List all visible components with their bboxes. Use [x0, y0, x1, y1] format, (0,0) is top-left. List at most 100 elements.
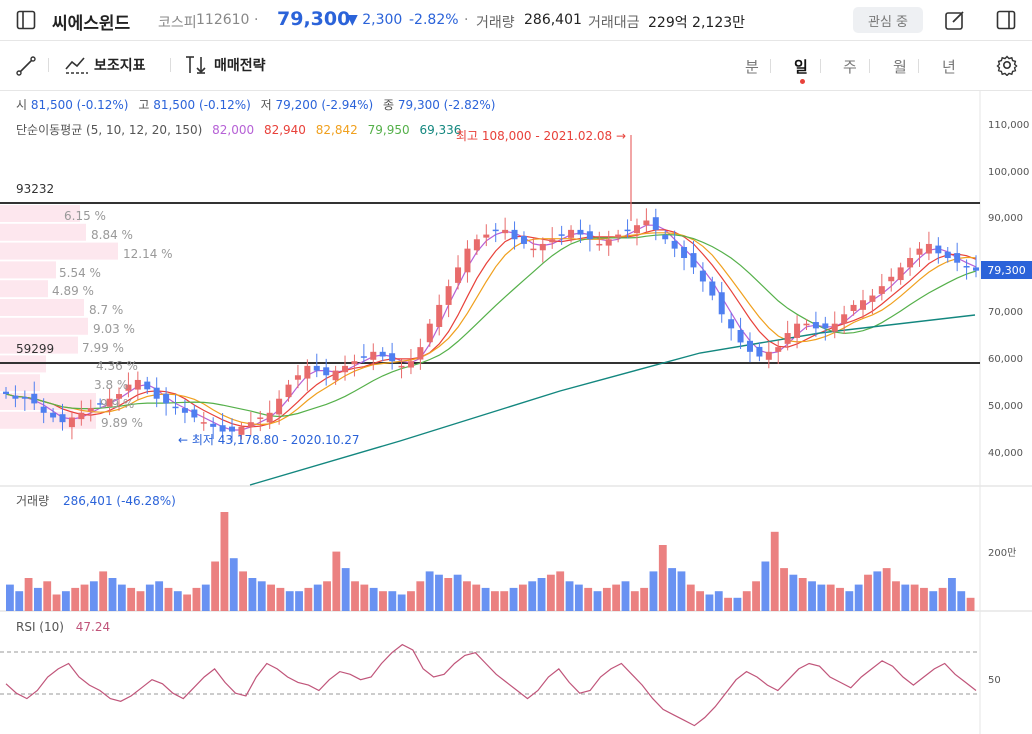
candle-body [850, 304, 857, 312]
candle-body [360, 356, 367, 358]
candle-body [332, 370, 339, 381]
volume-bar [630, 591, 639, 611]
drawing-tool-icon[interactable] [15, 55, 37, 77]
candle-body [294, 375, 301, 380]
volume-bar [752, 581, 760, 611]
toolbar-divider [918, 59, 919, 73]
candle-body [897, 267, 904, 281]
price-axis-tick: 50,000 [988, 401, 1023, 412]
volume-bar [155, 581, 164, 611]
volume-bar [108, 578, 117, 611]
stock-header: 씨에스윈드 코스피 112610 · 79,300 ▼ 2,300 -2.82%… [0, 0, 1032, 41]
ma-legend: 단순이동평균 (5, 10, 12, 20, 150) 82,000 82,94… [16, 123, 462, 137]
candle-body [285, 384, 292, 398]
volume-bar [71, 587, 80, 611]
ma5-value: 82,000 [212, 123, 255, 137]
candle-body [266, 412, 273, 423]
candle-body [163, 393, 170, 404]
volume-profile-label: 8.7 % [89, 303, 124, 317]
price-axis-tick: 100,000 [988, 167, 1030, 178]
candle-body [389, 353, 396, 362]
candle-body [765, 351, 772, 360]
volume-profile-label: 9.03 % [93, 322, 135, 336]
volume-bar [435, 574, 443, 611]
volume-bar [649, 571, 658, 611]
volume-bar [267, 584, 275, 611]
candle-body [963, 265, 970, 268]
candle-body [709, 281, 716, 296]
volume-bar [313, 584, 322, 611]
volume-bar [845, 591, 854, 611]
candle-body [888, 276, 895, 282]
volume-bar [379, 591, 387, 611]
period-year[interactable]: 년 [942, 56, 956, 77]
min-price-annotation: ← 최저 43,178.80 - 2020.10.27 [178, 433, 360, 447]
volume-bar [6, 584, 14, 611]
volume-bar [481, 587, 490, 611]
candle-body [671, 240, 678, 249]
candle-body [200, 422, 207, 424]
volume-profile-label: 4.36 % [96, 359, 138, 373]
chart-toolbar: 보조지표 매매전략 분 일 주 월 년 [0, 40, 1032, 91]
period-day[interactable]: 일 [794, 56, 808, 77]
rsi-line [5, 643, 977, 727]
period-month[interactable]: 월 [893, 56, 907, 77]
strategy-label: 매매전략 [214, 58, 266, 74]
price-chart-canvas[interactable] [0, 91, 1032, 734]
volume-bar [882, 568, 891, 611]
period-minute[interactable]: 분 [745, 56, 759, 77]
price-axis-tick: 110,000 [988, 120, 1030, 131]
candle-body [172, 406, 179, 409]
candle-body [973, 267, 979, 271]
candle-body [417, 347, 424, 360]
volume-bar [966, 597, 975, 611]
volume-bar [584, 587, 593, 611]
candle-body [134, 379, 141, 390]
volume-bar [518, 584, 527, 611]
volume-bar [789, 574, 798, 611]
volume-bar [910, 584, 919, 611]
volume-profile-bar [0, 317, 88, 335]
resistance-line-label: 93232 [16, 182, 55, 196]
candle-body [351, 361, 358, 365]
strategy-button[interactable]: 매매전략 [184, 55, 266, 75]
volume-bar [416, 581, 425, 611]
amount-label: 거래대금 [588, 15, 640, 31]
edit-icon[interactable] [944, 9, 966, 31]
volume-bar [117, 584, 126, 611]
chart-area[interactable]: 시 81,500 (-0.12%) 고 81,500 (-0.12%) 저 79… [0, 91, 1032, 734]
candle-body [473, 239, 480, 251]
candle-body [756, 346, 763, 357]
volume-bar [173, 591, 182, 611]
volume-bar [248, 578, 257, 611]
candle-body [633, 225, 640, 234]
settings-gear-icon[interactable] [996, 54, 1018, 76]
candle-body [181, 408, 188, 413]
separator-dot: · [464, 12, 469, 28]
stock-name: 씨에스윈드 [52, 14, 131, 34]
volume-bar [351, 581, 359, 611]
volume-bar [201, 584, 210, 611]
indicator-button[interactable]: 보조지표 [64, 55, 146, 75]
candle-body [775, 347, 782, 352]
amount-value: 229억 2,123만 [648, 15, 746, 31]
price-axis-tick: 40,000 [988, 448, 1023, 459]
candle-body [831, 323, 838, 332]
interest-button[interactable]: 관심 중 [853, 7, 923, 33]
candle-body [690, 253, 697, 268]
candle-body [718, 292, 725, 315]
volume-bar [612, 584, 621, 611]
active-period-dot [800, 79, 805, 84]
panel-toggle-icon[interactable] [996, 10, 1016, 30]
separator-dot: · [254, 12, 259, 28]
period-week[interactable]: 주 [843, 56, 857, 77]
candle-body [624, 229, 631, 232]
volume-bar [295, 591, 303, 611]
volume-bar [537, 578, 546, 611]
sidebar-toggle-icon[interactable] [16, 10, 36, 30]
candle-body [794, 323, 801, 338]
price-change-pct: -2.82% [409, 12, 459, 28]
candle-body [370, 351, 377, 360]
candle-body [21, 397, 28, 399]
volume-bar [257, 581, 266, 611]
